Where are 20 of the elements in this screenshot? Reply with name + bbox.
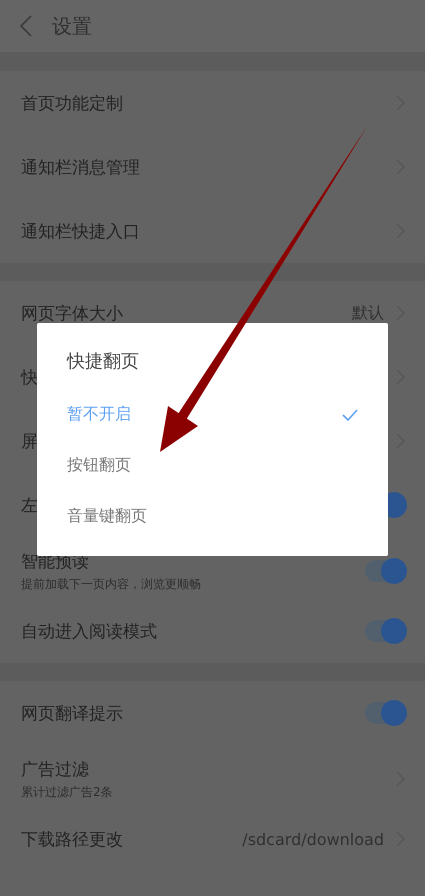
row-label: 通知栏消息管理 — [21, 156, 140, 178]
dialog-title: 快捷翻页 — [67, 350, 140, 373]
toggle-switch[interactable] — [365, 560, 405, 582]
row-label: 自动进入阅读模式 — [21, 620, 157, 642]
row-label: 广告过滤 — [21, 758, 89, 780]
row-label: 下载路径更改 — [21, 828, 123, 850]
row-label: 首页功能定制 — [21, 92, 123, 114]
row-label: 左 — [21, 494, 38, 516]
dialog-option[interactable]: 暂不开启 — [67, 389, 358, 440]
row-label: 网页翻译提示 — [21, 702, 123, 724]
row-label: 快 — [21, 366, 38, 388]
dialog-option[interactable]: 按钮翻页 — [67, 440, 358, 491]
toggle-switch[interactable] — [365, 620, 405, 642]
row-label: 屏 — [21, 430, 38, 452]
back-icon[interactable] — [20, 15, 32, 37]
check-icon — [342, 408, 358, 420]
row-label: 网页字体大小 — [21, 302, 123, 324]
row-label: 通知栏快捷入口 — [21, 220, 140, 242]
dialog-option[interactable]: 音量键翻页 — [67, 491, 358, 542]
toggle-switch[interactable] — [365, 702, 405, 724]
